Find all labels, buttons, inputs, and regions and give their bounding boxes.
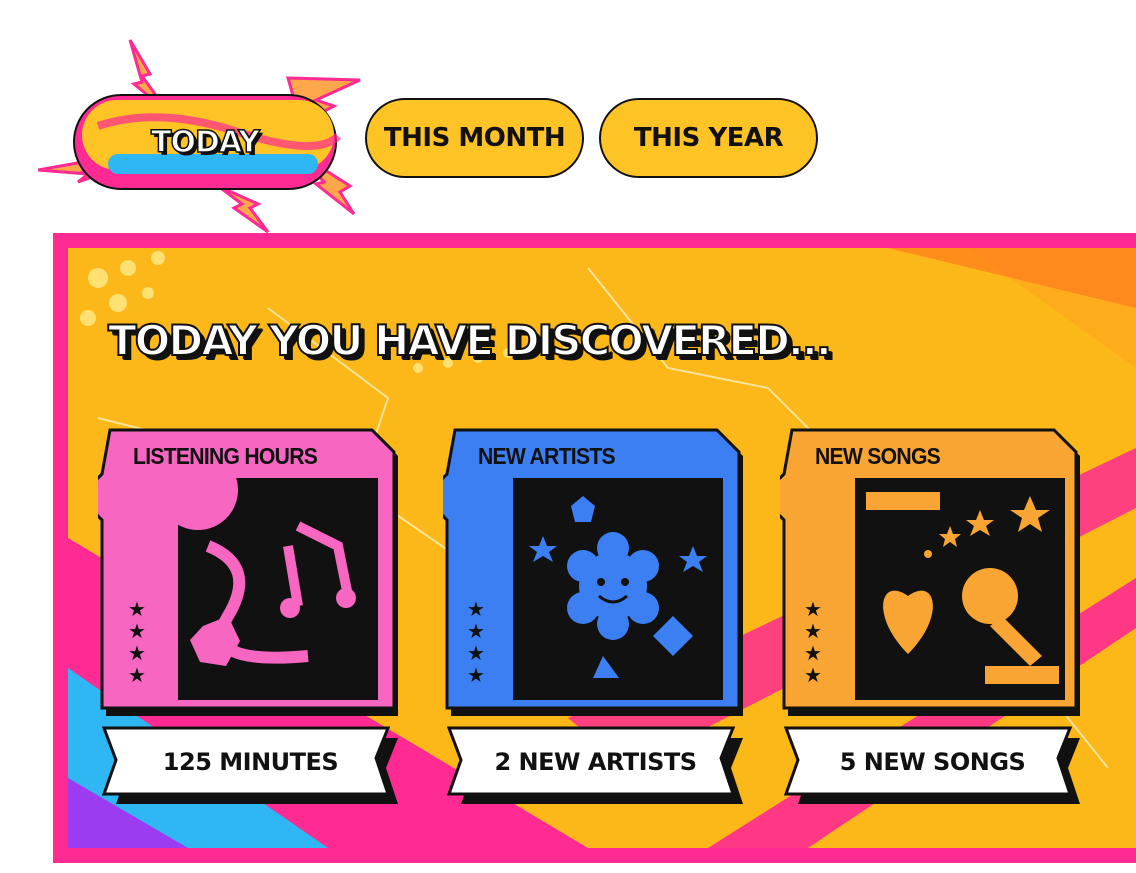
- value-ribbon: 2 NEW ARTISTS: [443, 724, 748, 814]
- card-title: NEW ARTISTS: [478, 443, 616, 469]
- svg-text:★: ★: [804, 663, 822, 687]
- svg-text:★: ★: [804, 597, 822, 621]
- value-ribbon: 5 NEW SONGS: [780, 724, 1085, 814]
- value-ribbon: 125 MINUTES: [98, 724, 403, 814]
- card-title: NEW SONGS: [815, 443, 941, 469]
- svg-text:★: ★: [467, 619, 485, 643]
- new-songs-value: 5 NEW SONGS: [839, 748, 1026, 776]
- svg-text:★: ★: [467, 597, 485, 621]
- tab-today-wrapper[interactable]: TODAY: [38, 36, 368, 236]
- discovery-panel: TODAY YOU HAVE DISCOVERED... ★ ★ ★ ★ LIS…: [53, 233, 1136, 863]
- svg-text:★: ★: [804, 641, 822, 665]
- tab-this-year[interactable]: THIS YEAR: [599, 98, 818, 178]
- card-title: LISTENING HOURS: [133, 443, 318, 469]
- svg-text:★: ★: [467, 641, 485, 665]
- heart-microphone-illustration-icon: ★ ★ ★ ★: [780, 428, 1080, 716]
- card-new-songs: ★ ★ ★ ★ NEW SONGS 5 NEW SONGS: [780, 426, 1085, 826]
- svg-text:★: ★: [128, 597, 146, 621]
- discovery-panel-inner: TODAY YOU HAVE DISCOVERED... ★ ★ ★ ★ LIS…: [68, 248, 1136, 848]
- card-listening-hours: ★ ★ ★ ★ LISTENING HOURS 125 MINUTES: [98, 426, 403, 826]
- panel-headline: TODAY YOU HAVE DISCOVERED...: [107, 315, 833, 366]
- flower-face-illustration-icon: ★ ★ ★ ★: [443, 428, 743, 716]
- card-new-artists: ★ ★ ★ ★ NEW ARTISTS 2 NEW ARTISTS: [443, 426, 748, 826]
- svg-text:★: ★: [128, 619, 146, 643]
- svg-text:★: ★: [804, 619, 822, 643]
- new-artists-value: 2 NEW ARTISTS: [494, 748, 697, 776]
- listening-minutes-value: 125 MINUTES: [162, 748, 339, 776]
- svg-text:★: ★: [128, 641, 146, 665]
- tab-today[interactable]: TODAY: [74, 95, 336, 189]
- svg-text:★: ★: [128, 663, 146, 687]
- music-notes-illustration-icon: ★ ★ ★ ★: [98, 428, 398, 716]
- tab-this-month[interactable]: THIS MONTH: [365, 98, 584, 178]
- svg-text:★: ★: [467, 663, 485, 687]
